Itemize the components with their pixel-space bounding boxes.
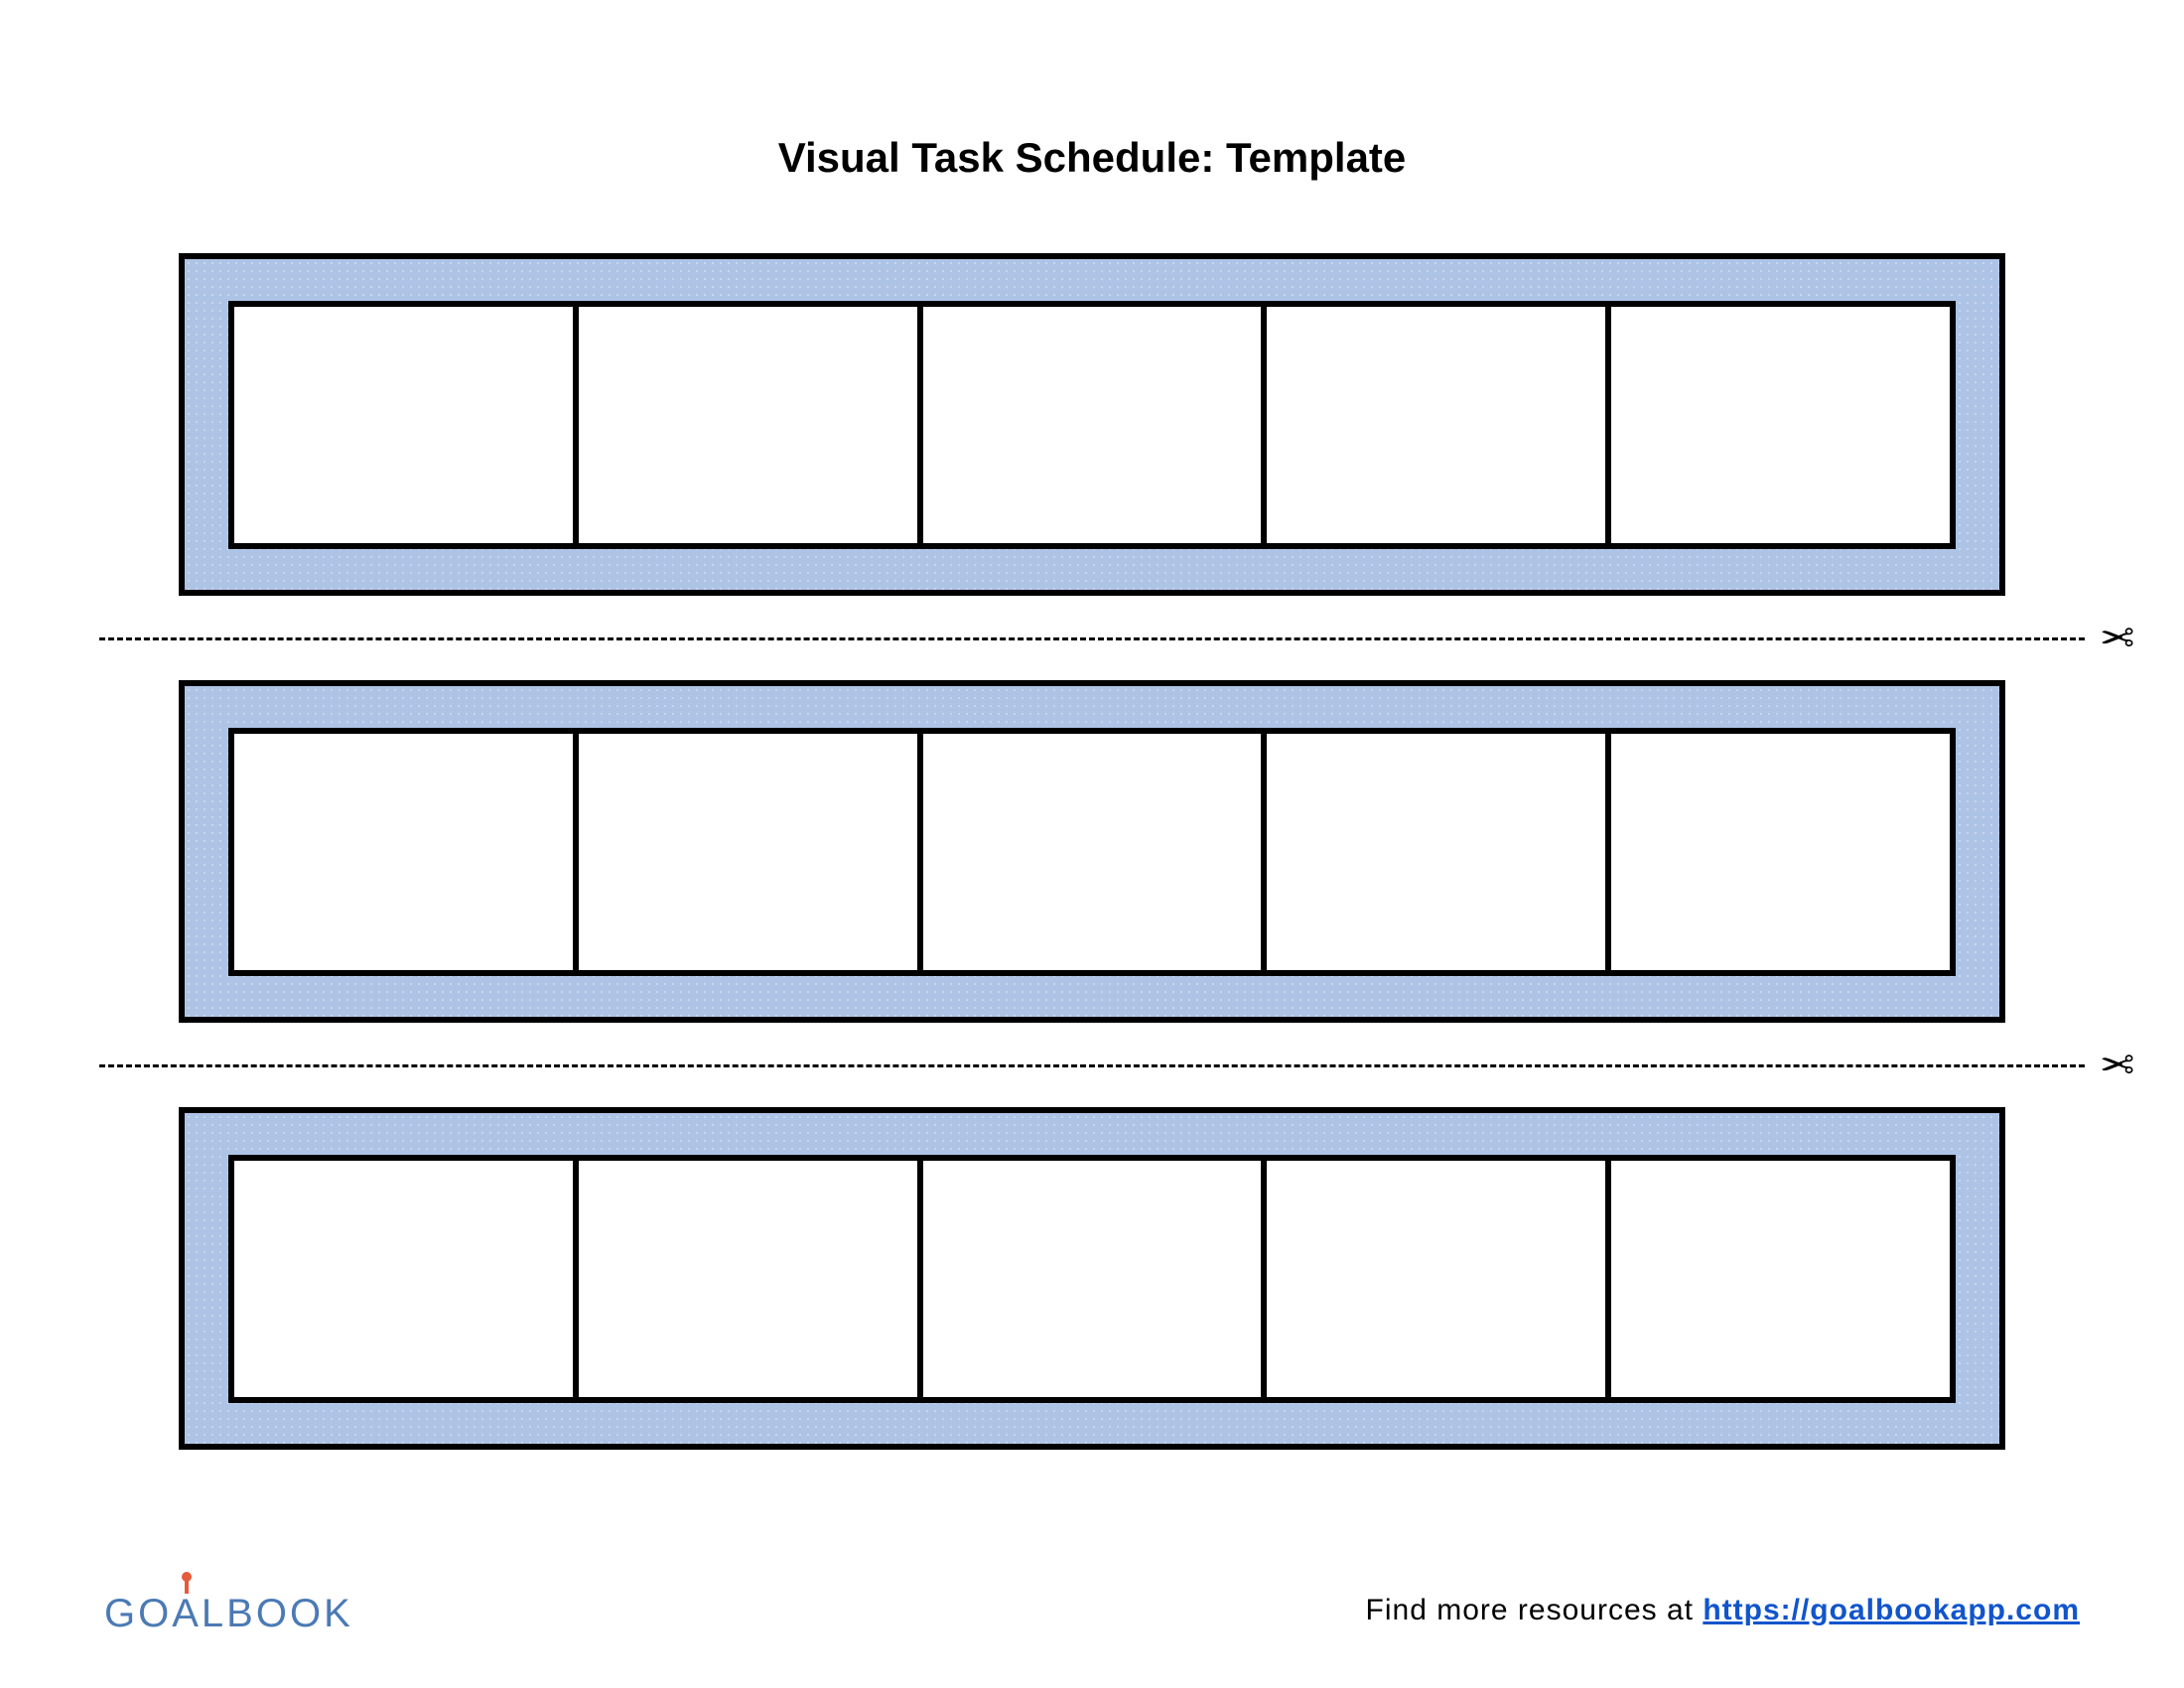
task-cell	[228, 728, 573, 976]
scissors-icon: ✂	[2100, 618, 2134, 659]
footer: GOALBOOK Find more resources at https://…	[0, 1574, 2184, 1633]
task-strip	[179, 680, 2005, 1023]
pin-icon	[185, 1580, 189, 1594]
logo-text-after: LBOOK	[202, 1594, 353, 1633]
cut-line	[99, 1064, 2085, 1067]
task-strip	[179, 1107, 2005, 1450]
task-cell	[917, 728, 1262, 976]
task-cell	[1261, 301, 1605, 549]
scissors-icon: ✂	[2100, 1045, 2134, 1086]
logo-text-before: GO	[104, 1594, 172, 1633]
task-strip	[179, 253, 2005, 596]
task-cells-row	[228, 728, 1956, 976]
task-cell	[573, 728, 917, 976]
task-cell	[917, 301, 1262, 549]
page: Visual Task Schedule: Template ✂	[0, 0, 2184, 1688]
task-cells-row	[228, 301, 1956, 549]
task-cell	[1605, 1155, 1956, 1403]
task-cell	[228, 1155, 573, 1403]
task-cell	[1605, 301, 1956, 549]
task-cell	[228, 301, 573, 549]
cut-line	[99, 637, 2085, 640]
logo: GOALBOOK	[104, 1594, 353, 1633]
page-title: Visual Task Schedule: Template	[0, 0, 2184, 182]
task-cell	[573, 1155, 917, 1403]
resource-line: Find more resources at https://goalbooka…	[1366, 1594, 2080, 1627]
logo-a: A	[172, 1592, 202, 1635]
task-cells-row	[228, 1155, 1956, 1403]
strips-container: ✂ ✂	[179, 253, 2005, 1450]
task-cell	[1261, 1155, 1605, 1403]
task-cell	[1605, 728, 1956, 976]
task-cell	[917, 1155, 1262, 1403]
task-cell	[573, 301, 917, 549]
logo-a-with-pin: A	[172, 1594, 202, 1633]
cut-line-row: ✂	[0, 596, 2184, 680]
resource-prefix: Find more resources at	[1366, 1594, 1704, 1626]
cut-line-row: ✂	[0, 1023, 2184, 1107]
task-cell	[1261, 728, 1605, 976]
resource-link[interactable]: https://goalbookapp.com	[1703, 1594, 2080, 1626]
